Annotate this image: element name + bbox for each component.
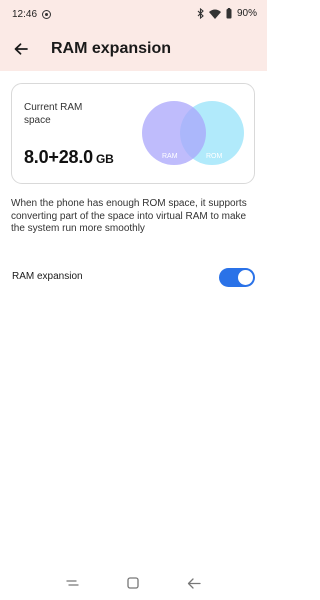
ram-expansion-description: When the phone has enough ROM space, it … [11, 198, 247, 234]
navigation-bar [0, 566, 267, 600]
status-time: 12:46 [12, 9, 38, 20]
back-arrow-icon [14, 43, 28, 55]
venn-rom-label: ROM [206, 153, 223, 160]
ram-expansion-row[interactable]: RAM expansion [0, 262, 267, 292]
ram-value-unit: GB [95, 152, 114, 166]
nav-back-button[interactable] [185, 574, 203, 592]
status-bar: 12:46 90% [0, 0, 267, 28]
wifi-icon [208, 9, 221, 19]
ram-card: Current RAM space 8.0+28.0 GB RAM ROM [11, 83, 255, 184]
venn-ram-label: RAM [162, 153, 178, 160]
home-button[interactable] [124, 574, 142, 592]
record-icon [42, 10, 51, 19]
toggle-knob [238, 270, 253, 285]
battery-percent: 90% [236, 8, 257, 19]
back-button[interactable] [8, 36, 34, 62]
recents-icon [65, 580, 79, 586]
app-bar: RAM expansion [0, 28, 267, 71]
ram-value-number: 8.0+28.0 [24, 147, 93, 167]
status-icons: 90% [197, 8, 257, 19]
bluetooth-icon [197, 8, 204, 19]
recents-button[interactable] [63, 574, 81, 592]
current-ram-label: Current RAM space [24, 102, 83, 126]
page-title: RAM expansion [51, 40, 172, 57]
ram-rom-venn-diagram: RAM ROM [142, 101, 244, 165]
ram-expansion-toggle[interactable] [219, 268, 255, 287]
battery-icon [226, 8, 232, 19]
ram-value: 8.0+28.0 GB [24, 147, 114, 168]
ram-expansion-label: RAM expansion [12, 271, 83, 282]
header: 12:46 90% RAM expansion [0, 0, 267, 71]
back-icon [187, 577, 201, 589]
home-icon [127, 577, 139, 589]
